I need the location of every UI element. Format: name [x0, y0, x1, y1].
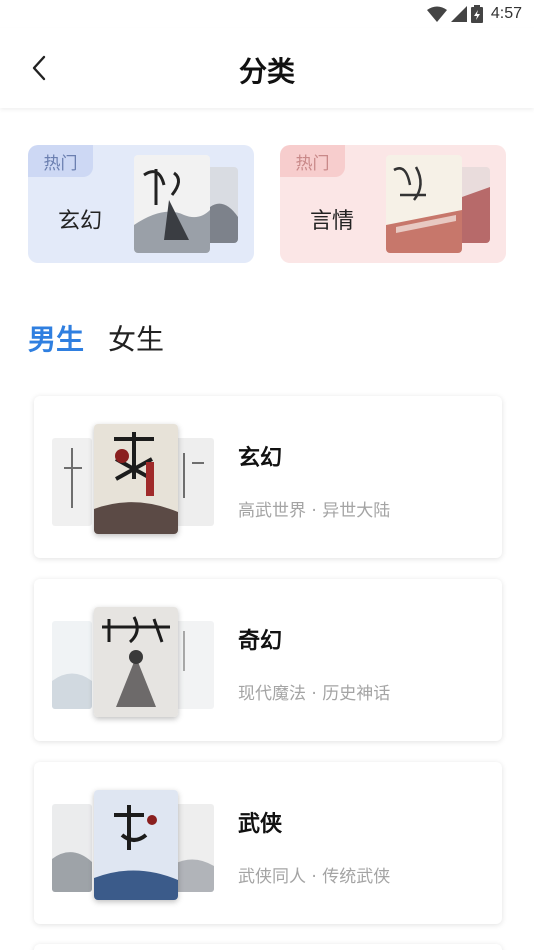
book-cover-image [174, 621, 214, 709]
book-cover-image [52, 621, 92, 709]
tab-male[interactable]: 男生 [28, 318, 84, 358]
book-cover-image [94, 607, 178, 717]
signal-icon [450, 6, 467, 22]
category-title: 奇幻 [238, 629, 283, 654]
book-cover-image [94, 790, 178, 900]
page-title: 分类 [238, 55, 295, 88]
book-cover-image [462, 167, 490, 243]
hot-categories: 热门 玄幻 热门 言情 [28, 145, 506, 263]
hot-card-xuanhuan[interactable]: 热门 玄幻 [28, 145, 254, 263]
category-title: 武侠 [238, 812, 283, 837]
category-card-xuanhuan[interactable]: 玄幻 高武世界 · 异世大陆 [34, 396, 502, 558]
book-cover-image [174, 804, 214, 892]
hot-tag: 热门 [280, 145, 345, 177]
status-icons: 4:57 [426, 5, 522, 23]
category-subtitle: 现代魔法 · 历史神话 [238, 684, 391, 704]
wifi-icon [426, 6, 447, 22]
battery-icon [470, 5, 483, 23]
category-subtitle: 高武世界 · 异世大陆 [238, 501, 391, 521]
book-cover-image [134, 155, 210, 253]
hot-card-label: 言情 [310, 209, 355, 234]
book-cover-image [386, 155, 462, 253]
category-subtitle: 武侠同人 · 传统武侠 [238, 867, 391, 887]
category-card-next[interactable] [34, 944, 502, 950]
book-cover-image [52, 438, 92, 526]
tab-female[interactable]: 女生 [108, 318, 164, 358]
book-cover-image [52, 804, 92, 892]
gender-tabs: 男生 女生 [28, 318, 164, 358]
status-bar: 4:57 [0, 0, 534, 28]
book-cover-image [210, 167, 238, 243]
category-card-qihuan[interactable]: 奇幻 现代魔法 · 历史神话 [34, 579, 502, 741]
hot-card-yanqing[interactable]: 热门 言情 [280, 145, 506, 263]
category-card-wuxia[interactable]: 武侠 武侠同人 · 传统武侠 [34, 762, 502, 924]
book-cover-image [174, 438, 214, 526]
status-time: 4:57 [490, 5, 522, 22]
book-cover-image [94, 424, 178, 534]
hot-card-label: 玄幻 [58, 209, 103, 234]
top-bar: 分类 [0, 28, 534, 108]
hot-tag: 热门 [28, 145, 93, 177]
category-title: 玄幻 [238, 446, 283, 471]
